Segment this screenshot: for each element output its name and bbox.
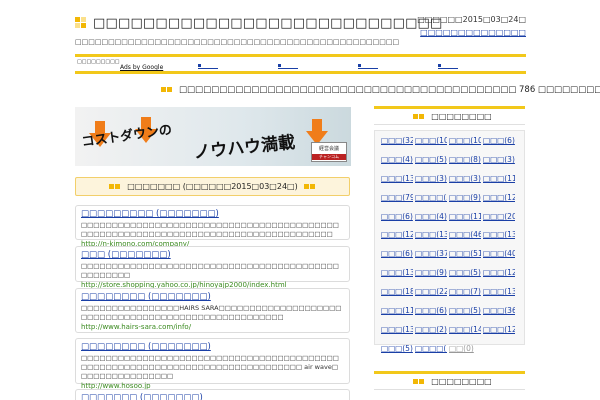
bullet-icon [161,85,173,95]
category-link[interactable]: □□□(8) [449,155,481,172]
ad-bar: □□□□□□□□□ Ads by Google [75,54,526,74]
category-link[interactable]: □□□(12) [483,268,515,285]
category-link[interactable]: □□(0) [449,344,481,361]
category-link[interactable]: □□□(5) [449,306,481,323]
category-link[interactable]: □□□(5) [449,268,481,285]
site-entry-description: □□□□□□□□□□□□□□□□HAIRS SARA□□□□□□□□□□□□□□… [81,304,342,321]
category-link[interactable]: □□□□(14) [415,344,447,361]
category-link[interactable]: □□□(40) [483,249,515,266]
category-link[interactable]: □□□(13) [415,230,447,247]
banner-stamp-bottom: チャンコム [312,154,346,160]
category-link[interactable]: □□□□(33) [415,193,447,210]
site-entry: □□□□□□□ (□□□□□□□) [75,389,350,400]
site-entry-title[interactable]: □□□□□□□□ (□□□□□□□) [81,292,211,302]
category-link[interactable]: □□□(12) [381,230,413,247]
category-link[interactable]: □□□(37) [415,249,447,266]
new-sites-header: □□□□□□□ (□□□□□□2015□03□24□) [75,177,350,196]
category-link[interactable]: □□□(13) [483,287,515,304]
category-link[interactable]: □□□(36) [483,306,515,323]
secondary-sidebar-header-text: □□□□□□□□ [431,377,492,386]
site-entry: □□□□□□□□□ (□□□□□□□) □□□□□□□□□□□□□□□□□□□□… [75,205,350,248]
category-link[interactable]: □□□(7) [449,287,481,304]
category-link[interactable]: □□□(6) [381,212,413,229]
category-link[interactable]: □□□(11) [483,174,515,191]
site-entry: □□□□□□□□ (□□□□□□□) □□□□□□□□□□□□□□□□□□□□□… [75,338,350,390]
count-text: □□□□□□□□□□□□□□□□□□□□□□□□□□□□□□□□□□□□□□□□… [179,85,600,95]
site-entry-url[interactable]: http://www.hairs-sara.com/info/ [81,323,191,331]
category-link[interactable]: □□□(18) [381,287,413,304]
site-entry-description: □□□□□□□□□□□□□□□□□□□□□□□□□□□□□□□□□□□□□□□□… [81,354,339,380]
site-entry-description: □□□□□□□□□□□□□□□□□□□□□□□□□□□□□□□□□□□□□□□□… [81,221,339,238]
category-link[interactable]: □□□(10) [415,136,447,153]
site-title[interactable]: □□□□□□□□□□□□□□□□□□□□□□□□□□□□ [93,16,443,31]
category-link[interactable]: □□□(46) [449,230,481,247]
category-link[interactable]: □□□(12) [483,325,515,342]
category-link[interactable]: □□□(14) [449,325,481,342]
category-link[interactable]: □□□(9) [449,193,481,210]
update-date: □□□□□□2015□03□24□ [417,15,526,24]
banner-stamp-top: 経営会議 [318,146,339,152]
bullet-icon [413,374,425,389]
category-link[interactable]: □□□(20) [483,212,515,229]
category-link[interactable]: □□□(3) [483,155,515,172]
category-link[interactable]: □□□(32) [381,136,413,153]
banner-text-secondary: ノウハウ満載 [192,132,297,164]
category-link[interactable]: □□□(5) [415,155,447,172]
site-entry: □□□ (□□□□□□□) □□□□□□□□□□□□□□□□□□□□□□□□□□… [75,246,350,289]
category-link[interactable]: □□□(6) [415,306,447,323]
ads-by-google-link[interactable]: Ads by Google [120,64,163,71]
site-count-line: □□□□□□□□□□□□□□□□□□□□□□□□□□□□□□□□□□□□□□□□… [155,85,600,95]
site-subtitle: □□□□□□□□□□□□□□□□□□□□□□□□□□□□□□□□□□□□□□□□… [75,38,400,46]
ad-bar-label: □□□□□□□□□ [77,59,120,65]
category-link[interactable]: □□□(51) [449,249,481,266]
category-link[interactable]: □□□(13) [381,325,413,342]
category-list: □□□(32)□□□(10)□□□(10)□□□(6)□□□(4)□□□(5)□… [374,130,525,353]
category-link[interactable]: □□□(3) [449,174,481,191]
category-link[interactable]: □□□(11) [381,306,413,323]
header-link[interactable]: □□□□□□□□□□□□□□ [420,28,526,37]
banner-stamp: 経営会議 チャンコム [311,142,347,162]
category-link[interactable]: □□□(6) [381,249,413,266]
category-link[interactable]: □□□(13) [483,230,515,247]
bullet-icon [413,109,425,124]
ad-link-4[interactable] [438,64,458,69]
site-entry: □□□□□□□□ (□□□□□□□) □□□□□□□□□□□□□□□□HAIRS… [75,288,350,333]
new-sites-header-text: □□□□□□□ (□□□□□□2015□03□24□) [127,182,298,191]
bullet-icon [109,178,121,195]
category-link[interactable]: □□□(9) [415,268,447,285]
category-link[interactable]: □□□(6) [483,136,515,153]
category-link[interactable]: □□□(10) [449,136,481,153]
category-link[interactable]: □□□(13) [381,174,413,191]
secondary-sidebar-header: □□□□□□□□ [374,371,525,390]
category-link[interactable]: □□□(4) [415,212,447,229]
category-link[interactable]: □□□(4) [381,155,413,172]
category-link[interactable]: □□□(22) [415,287,447,304]
category-header: □□□□□□□□ [374,106,525,125]
bullet-icon [303,178,316,195]
category-link[interactable]: □□□(13) [381,268,413,285]
category-link[interactable]: □□□(2) [415,325,447,342]
cost-down-banner[interactable]: コストダウンの ノウハウ満載 経営会議 チャンコム [75,107,351,166]
category-link[interactable]: □□□(11) [449,212,481,229]
site-entry-title[interactable]: □□□□□□□□□ (□□□□□□□) [81,209,219,219]
category-header-text: □□□□□□□□ [431,112,492,121]
category-link[interactable]: □□□(12) [483,193,515,210]
site-entry-title[interactable]: □□□□□□□ (□□□□□□□) [81,393,203,400]
site-entry-description: □□□□□□□□□□□□□□□□□□□□□□□□□□□□□□□□□□□□□□□□… [81,262,339,279]
ad-link-3[interactable] [358,64,378,69]
category-link[interactable]: □□□(5) [381,344,413,361]
site-entry-title[interactable]: □□□ (□□□□□□□) [81,250,171,260]
site-logo-icon [75,17,87,29]
category-link[interactable]: □□□(79) [381,193,413,210]
category-link[interactable]: □□□(3) [415,174,447,191]
ad-link-1[interactable] [198,64,218,69]
ad-link-2[interactable] [278,64,298,69]
site-entry-title[interactable]: □□□□□□□□ (□□□□□□□) [81,342,211,352]
